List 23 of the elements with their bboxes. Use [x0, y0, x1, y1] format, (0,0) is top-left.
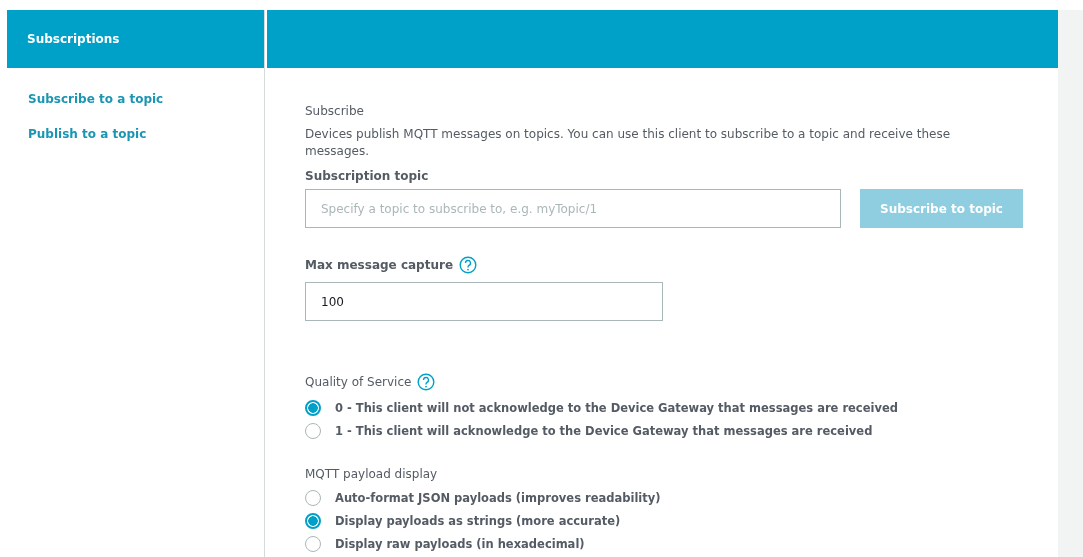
radio-label[interactable]: 1 - This client will acknowledge to the Device Gateway that messages are received: [335, 423, 873, 438]
group-label: MQTT payload display: [305, 467, 438, 481]
max-capture-input-field[interactable]: 100: [305, 282, 663, 321]
radio-button[interactable]: [305, 535, 321, 552]
sidebar-title: Subscriptions: [27, 32, 120, 46]
sidebar-link[interactable]: Publish to a topic: [28, 127, 147, 141]
radio-label[interactable]: Auto-format JSON payloads (improves readability): [335, 490, 661, 505]
section-title: Subscribe: [305, 104, 365, 118]
radio-label[interactable]: Display raw payloads (in hexadecimal): [335, 536, 585, 551]
radio-button[interactable]: [305, 399, 321, 416]
topic-input-field[interactable]: Specify a topic to subscribe to, e.g. myTopic/1: [305, 189, 841, 228]
sidebar-link[interactable]: Subscribe to a topic: [28, 92, 164, 106]
radio-button[interactable]: [305, 512, 321, 529]
help-icon[interactable]: [417, 373, 436, 391]
radio-button[interactable]: [305, 489, 321, 506]
field-label: Max message capture: [305, 258, 454, 272]
field-label: Subscription topic: [305, 169, 430, 183]
section-description: Devices publish MQTT messages on topics. You can use this client to subscribe to a topic and receive these messages.: [305, 126, 952, 160]
radio-button[interactable]: [305, 422, 321, 439]
radio-label[interactable]: 0 - This client will not acknowledge to the Device Gateway that messages are received: [335, 400, 898, 415]
group-label: Quality of Service: [305, 375, 412, 389]
help-icon[interactable]: [459, 256, 478, 274]
radio-label[interactable]: Display payloads as strings (more accurate): [335, 513, 621, 528]
